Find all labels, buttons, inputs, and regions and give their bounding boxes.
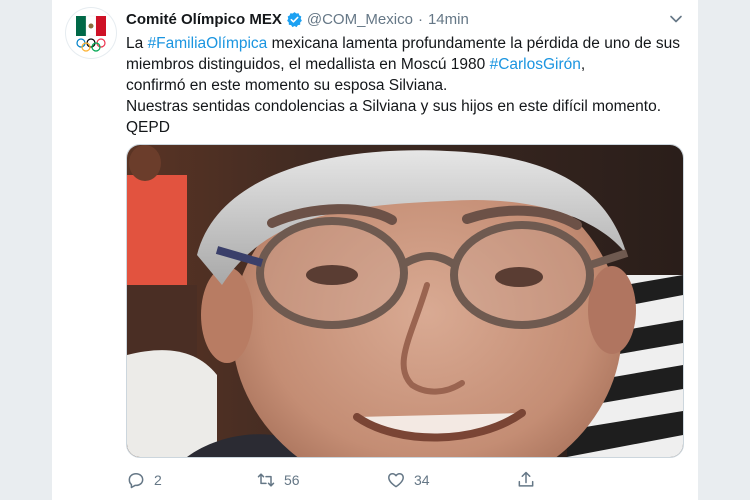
timestamp[interactable]: 14min xyxy=(428,11,469,28)
like-button[interactable]: 34 xyxy=(386,470,516,490)
chevron-down-icon[interactable] xyxy=(668,11,684,27)
heart-icon xyxy=(388,473,404,488)
tweet-line-2: confirmó en este momento su esposa Silvi… xyxy=(126,77,448,94)
reply-icon xyxy=(128,473,144,489)
photo-man-with-glasses xyxy=(127,145,683,457)
share-button[interactable] xyxy=(516,470,646,490)
verified-badge-icon xyxy=(286,11,302,27)
separator-dot: · xyxy=(417,10,423,28)
reply-count: 2 xyxy=(154,472,162,488)
user-handle[interactable]: @COM_Mexico xyxy=(307,11,413,28)
tweet-actions: 2 56 34 xyxy=(126,468,646,492)
tweet-photo[interactable] xyxy=(126,144,684,458)
tweet-card[interactable]: Comité Olímpico MEX @COM_Mexico · 14min … xyxy=(52,0,698,500)
like-count: 34 xyxy=(414,472,430,488)
tweet-text-segment: La xyxy=(126,35,148,52)
retweet-icon xyxy=(257,473,275,487)
avatar[interactable] xyxy=(66,8,116,58)
share-icon xyxy=(518,471,534,487)
tweet-text: La #FamiliaOlímpica mexicana lamenta pro… xyxy=(126,33,684,138)
display-name[interactable]: Comité Olímpico MEX xyxy=(126,11,282,28)
mexican-flag-olympic-rings-icon xyxy=(76,15,106,52)
tweet-text-segment: , xyxy=(580,56,586,73)
hashtag-familia-olimpica[interactable]: #FamiliaOlímpica xyxy=(148,35,268,52)
reply-button[interactable]: 2 xyxy=(126,470,256,490)
page-background: Comité Olímpico MEX @COM_Mexico · 14min … xyxy=(0,0,750,500)
tweet-header: Comité Olímpico MEX @COM_Mexico · 14min xyxy=(126,9,684,29)
hashtag-carlos-giron[interactable]: #CarlosGirón xyxy=(490,56,581,73)
retweet-button[interactable]: 56 xyxy=(256,470,386,490)
tweet-paragraph-1: La #FamiliaOlímpica mexicana lamenta pro… xyxy=(126,33,684,75)
tweet-line-4: QEPD xyxy=(126,119,170,136)
retweet-count: 56 xyxy=(284,472,300,488)
tweet-line-3: Nuestras sentidas condolencias a Silvian… xyxy=(126,98,662,115)
